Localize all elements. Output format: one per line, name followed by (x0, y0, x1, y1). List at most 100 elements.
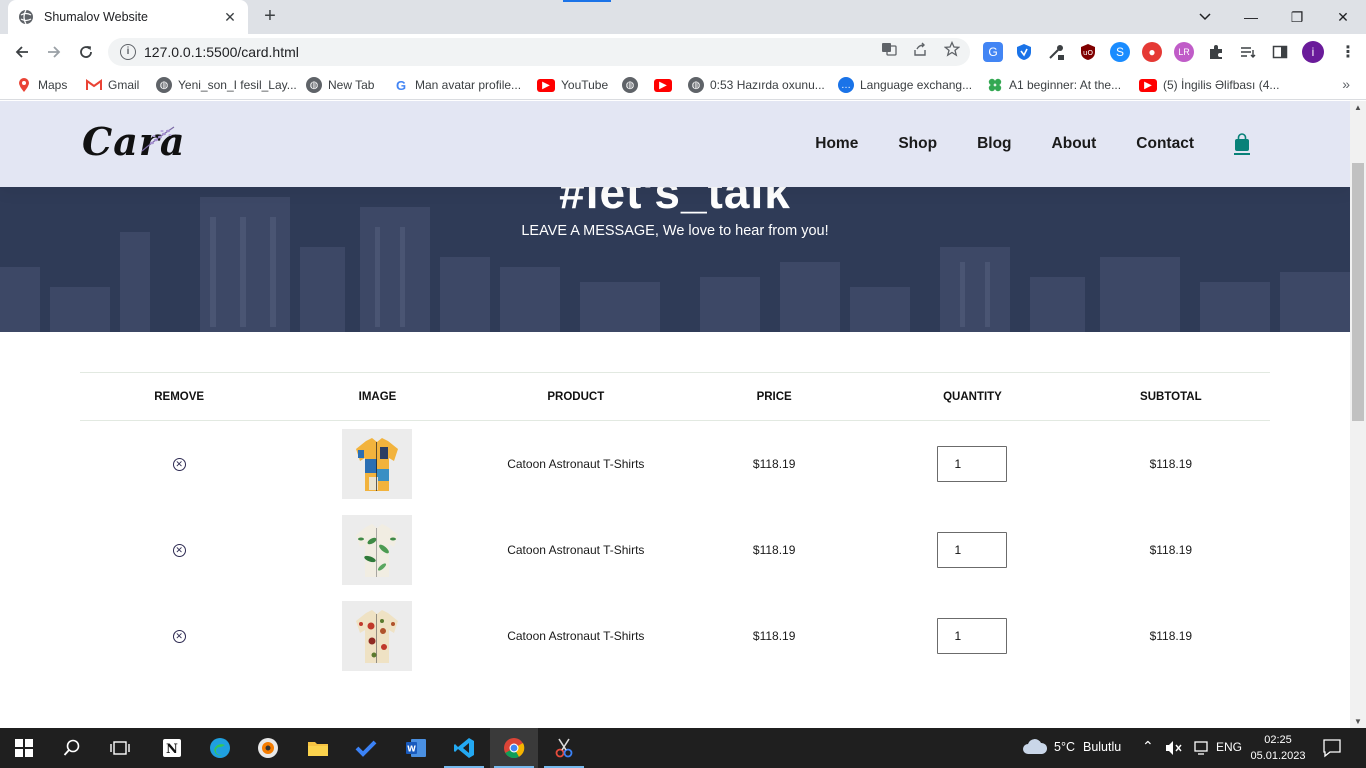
bookmark-language-exchange[interactable]: … Language exchang... (838, 76, 972, 94)
globe-icon: ◍ (688, 77, 704, 93)
notification-center-icon[interactable] (1322, 738, 1342, 763)
product-price: $118.19 (752, 456, 796, 471)
page-viewport: Cara Home Shop Blog About Contact #let's… (0, 101, 1350, 728)
bookmarks-overflow-button[interactable]: » (1342, 76, 1350, 92)
tab-strip-indicator (563, 0, 611, 2)
remove-item-icon[interactable]: ✕ (172, 458, 186, 472)
task-view-icon[interactable] (96, 728, 144, 768)
column-header-subtotal: Subtotal (1140, 390, 1202, 403)
quantity-input[interactable] (937, 617, 1008, 654)
new-tab-button[interactable]: + (258, 5, 282, 29)
product-thumbnail[interactable] (342, 600, 413, 671)
todo-icon[interactable] (342, 728, 390, 768)
windows-start-icon[interactable] (0, 728, 48, 768)
nav-about[interactable]: About (1052, 135, 1097, 153)
speaker-muted-icon[interactable] (1165, 740, 1183, 759)
scroll-down-arrow-icon[interactable]: ▼ (1354, 717, 1362, 726)
column-header-image: Image (358, 390, 397, 403)
google-translate-extension-icon[interactable]: G (983, 42, 1003, 62)
side-panel-icon[interactable] (1270, 42, 1290, 62)
reading-list-icon[interactable] (1238, 42, 1258, 62)
shopping-bag-icon[interactable] (1234, 133, 1250, 155)
bookmark-youtube-2[interactable]: ▶ (654, 76, 678, 94)
product-subtotal: $118.19 (1149, 456, 1193, 471)
weather-widget[interactable]: 5°C Bulutlu (1022, 738, 1121, 756)
nav-shop[interactable]: Shop (898, 135, 937, 153)
bookmark-youtube[interactable]: ▶ YouTube (537, 76, 608, 94)
svg-text:uO: uO (1083, 49, 1093, 57)
weather-description: Bulutlu (1082, 740, 1122, 754)
language-reactor-extension-icon[interactable]: LR (1174, 42, 1194, 62)
record-extension-icon[interactable]: ● (1142, 42, 1162, 62)
browser-title-bar: Shumalov Website ✕ + — ❐ ✕ (0, 0, 1366, 34)
bookmark-ingilis[interactable]: ▶ (5) İngilis Əlifbası (4... (1139, 76, 1279, 94)
chrome-icon[interactable] (490, 728, 538, 768)
menu-kebab-icon[interactable]: ⋮ (1338, 42, 1358, 62)
eyedropper-extension-icon[interactable] (1046, 42, 1066, 62)
address-bar[interactable]: i 127.0.0.1:5500/card.html (108, 38, 970, 66)
shirt-white-leaf-icon (342, 514, 413, 585)
close-window-button[interactable]: ✕ (1320, 3, 1366, 31)
globe-icon: ◍ (622, 77, 638, 93)
product-thumbnail[interactable] (342, 514, 413, 585)
tab-search-chevron-icon[interactable] (1182, 3, 1228, 31)
ublock-extension-icon[interactable]: uO (1078, 42, 1098, 62)
tab-title: Shumalov Website (44, 10, 148, 24)
forward-button[interactable] (40, 38, 68, 66)
browser-tab[interactable]: Shumalov Website ✕ (8, 0, 248, 34)
scrollbar-thumb[interactable] (1352, 163, 1364, 421)
snipping-tool-icon[interactable] (540, 728, 588, 768)
tab-close-icon[interactable]: ✕ (222, 9, 238, 26)
bookmark-label: Man avatar profile... (415, 78, 522, 92)
quantity-input[interactable] (937, 445, 1008, 482)
vscode-icon[interactable] (440, 728, 488, 768)
edge-icon[interactable] (196, 728, 244, 768)
globe-icon: ◍ (156, 77, 172, 93)
translate-icon[interactable] (880, 40, 898, 58)
bookmark-man-avatar[interactable]: G Man avatar profile... (393, 76, 521, 94)
restore-button[interactable]: ❐ (1274, 3, 1320, 31)
bookmark-label: Yeni_son_I fesil_Lay... (178, 78, 297, 92)
product-subtotal: $118.19 (1149, 542, 1193, 557)
back-button[interactable] (8, 38, 36, 66)
file-explorer-icon[interactable] (294, 728, 342, 768)
system-clock[interactable]: 02:25 05.01.2023 (1248, 732, 1308, 764)
shield-extension-icon[interactable] (1014, 42, 1034, 62)
product-thumbnail[interactable] (342, 428, 413, 499)
bookmark-new-tab[interactable]: ◍ New Tab (306, 76, 374, 94)
bookmark-star-icon[interactable] (943, 40, 961, 58)
scroll-up-arrow-icon[interactable]: ▲ (1354, 103, 1362, 112)
network-icon[interactable] (1193, 740, 1209, 759)
media-player-icon[interactable] (244, 728, 292, 768)
word-icon[interactable]: W (392, 728, 440, 768)
remove-item-icon[interactable]: ✕ (172, 630, 186, 643)
page-scrollbar[interactable]: ▲ ▼ (1350, 101, 1366, 728)
shirt-floral-icon (342, 600, 413, 671)
reload-button[interactable] (72, 38, 100, 66)
bookmarks-bar: Maps Gmail ◍ Yeni_son_I fesil_Lay... ◍ N… (0, 70, 1366, 100)
profile-avatar[interactable]: i (1302, 41, 1324, 63)
search-icon[interactable] (48, 728, 96, 768)
cart-row: ✕ Catoon Astronaut T-Shirts $118.19 1 $1… (80, 593, 1270, 679)
nav-blog[interactable]: Blog (977, 135, 1011, 153)
bookmark-maps[interactable]: Maps (16, 76, 67, 94)
nav-home[interactable]: Home (815, 135, 858, 153)
site-info-icon[interactable]: i (120, 44, 136, 60)
nav-contact[interactable]: Contact (1136, 135, 1194, 153)
bookmark-hazirda[interactable]: ◍ 0:53 Hazırda oxunu... (688, 76, 825, 94)
minimize-button[interactable]: — (1228, 3, 1274, 31)
sync-extension-icon[interactable]: S (1110, 42, 1130, 62)
language-indicator[interactable]: ENG (1216, 740, 1242, 754)
bookmark-a1-beginner[interactable]: A1 beginner: At the... (987, 76, 1121, 94)
extensions-puzzle-icon[interactable] (1206, 42, 1226, 62)
bookmark-yeni-son[interactable]: ◍ Yeni_son_I fesil_Lay... (156, 76, 297, 94)
bookmark-globe[interactable]: ◍ (622, 76, 644, 94)
remove-item-icon[interactable]: ✕ (172, 544, 186, 557)
share-icon[interactable] (911, 40, 929, 58)
bookmark-gmail[interactable]: Gmail (86, 76, 139, 94)
quantity-input[interactable] (937, 531, 1008, 568)
bookmark-label: (5) İngilis Əlifbası (4... (1163, 78, 1280, 92)
notion-icon[interactable]: N (148, 728, 196, 768)
column-header-quantity: Quantity (943, 390, 1002, 403)
tray-chevron-up-icon[interactable]: ⌃ (1142, 738, 1154, 755)
